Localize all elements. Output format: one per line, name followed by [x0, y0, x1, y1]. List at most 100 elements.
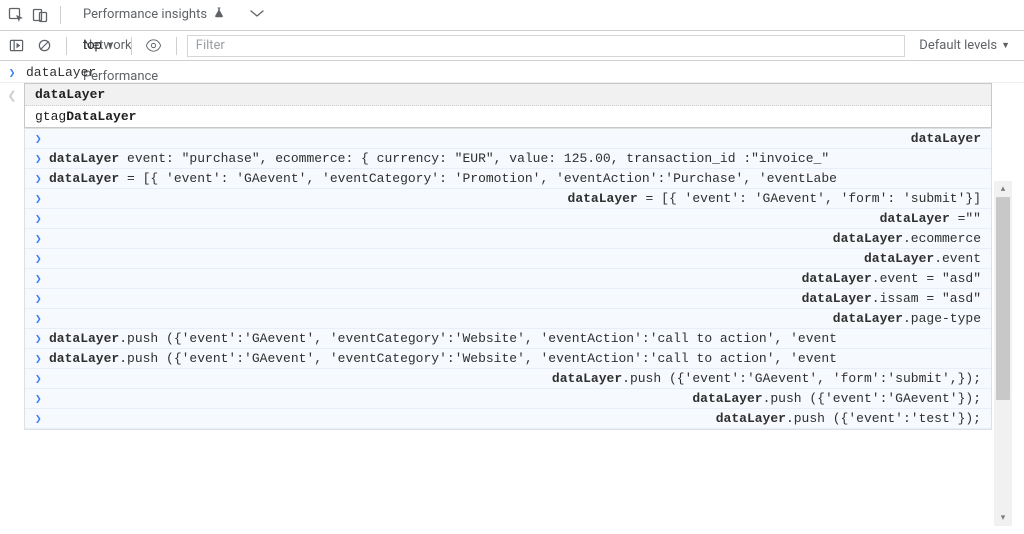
history-match: dataLayer: [802, 271, 872, 286]
history-text: dataLayer: [49, 131, 981, 146]
history-row[interactable]: ❯dataLayer.push ({'event':'GAevent', 'ev…: [25, 329, 991, 349]
suggestion-item[interactable]: gtagDataLayer: [25, 106, 991, 127]
prompt-chevron-icon: ❯: [35, 292, 49, 306]
prompt-chevron-icon: ❯: [35, 172, 49, 186]
scrollbar[interactable]: ▴ ▾: [994, 181, 1012, 526]
history-row[interactable]: ❯dataLayer.push ({'event':'GAevent'});: [25, 389, 991, 409]
prompt-chevron-icon: ❯: [6, 66, 18, 80]
prompt-chevron-icon: ❯: [35, 372, 49, 386]
tab-label: Performance insights: [83, 0, 207, 30]
scroll-track[interactable]: [994, 197, 1012, 510]
history-match: dataLayer: [49, 151, 119, 166]
prompt-chevron-icon: ❯: [35, 332, 49, 346]
history-row[interactable]: ❯dataLayer event: "purchase", ecommerce:…: [25, 149, 991, 169]
prompt-chevron-icon: ❯: [35, 272, 49, 286]
prompt-chevron-icon: ❯: [35, 392, 49, 406]
history-text: dataLayer.push ({'event':'GAevent', 'for…: [49, 371, 981, 386]
prompt-chevron-icon: ❯: [35, 352, 49, 366]
history-text: dataLayer.push ({'event':'GAevent'});: [49, 391, 981, 406]
history-fragment: ="": [950, 211, 981, 226]
history-match: dataLayer: [49, 351, 119, 366]
history-row[interactable]: ❯ dataLayer ="": [25, 209, 991, 229]
history-text: dataLayer.page-type: [49, 311, 981, 326]
history-row[interactable]: ❯dataLayer.page-type: [25, 309, 991, 329]
history-fragment: event: "purchase", ecommerce: { currency…: [119, 151, 829, 166]
divider: [176, 37, 177, 55]
history-fragment: .event: [934, 251, 981, 266]
history-row[interactable]: ❯dataLayer.push ({'event':'test'});: [25, 409, 991, 429]
history-row[interactable]: ❯dataLayer.issam = "asd": [25, 289, 991, 309]
autocomplete-suggestions: dataLayergtagDataLayer: [24, 83, 992, 128]
history-fragment: .push ({'event':'test'});: [786, 411, 981, 426]
devtools-tabstrip: ElementsConsoleSourcesPerformance insigh…: [0, 0, 1024, 31]
prompt-text: dataLayer: [26, 65, 96, 80]
history-match: dataLayer: [833, 311, 903, 326]
tab-performance-insights[interactable]: Performance insights: [69, 0, 239, 31]
inspect-element-icon[interactable]: [4, 3, 28, 27]
history-match: dataLayer: [49, 171, 119, 186]
scroll-up-icon[interactable]: ▴: [994, 181, 1012, 197]
divider: [131, 37, 132, 55]
console-body: ❮ dataLayergtagDataLayer ❯dataLayer❯data…: [0, 83, 1024, 532]
history-match: dataLayer: [716, 411, 786, 426]
toggle-sidebar-icon[interactable]: [4, 34, 28, 58]
prompt-chevron-icon: ❯: [35, 252, 49, 266]
history-row[interactable]: ❯dataLayer.event = "asd": [25, 269, 991, 289]
flask-icon: [213, 0, 225, 30]
history-text: dataLayer.event = "asd": [49, 271, 981, 286]
prompt-chevron-icon: ❯: [35, 132, 49, 146]
history-text: dataLayer.push ({'event':'GAevent', 'eve…: [49, 351, 981, 366]
history-row[interactable]: ❯dataLayer.ecommerce: [25, 229, 991, 249]
device-toolbar-icon[interactable]: [28, 3, 52, 27]
console-history: ❯dataLayer❯dataLayer event: "purchase", …: [24, 128, 992, 430]
prompt-chevron-icon: ❯: [35, 232, 49, 246]
suggestion-pre: gtag: [35, 109, 66, 124]
history-text: dataLayer = [{ 'event': 'GAevent', 'form…: [49, 191, 981, 206]
history-fragment: .push ({'event':'GAevent', 'eventCategor…: [119, 331, 837, 346]
scroll-down-icon[interactable]: ▾: [994, 510, 1012, 526]
history-fragment: .push ({'event':'GAevent', 'form':'submi…: [622, 371, 981, 386]
history-match: dataLayer: [692, 391, 762, 406]
history-text: dataLayer.push ({'event':'GAevent', 'eve…: [49, 331, 981, 346]
history-match: dataLayer: [552, 371, 622, 386]
prompt-chevron-icon: ❯: [35, 212, 49, 226]
divider: [66, 37, 67, 55]
history-fragment: .push ({'event':'GAevent'});: [763, 391, 981, 406]
more-tabs-button[interactable]: [239, 5, 275, 25]
filter-input[interactable]: [187, 35, 906, 57]
history-fragment: .ecommerce: [903, 231, 981, 246]
levels-label: Default levels: [919, 38, 997, 53]
chevron-down-icon: ▼: [1001, 40, 1010, 51]
history-match: dataLayer: [49, 331, 119, 346]
history-match: dataLayer: [833, 231, 903, 246]
divider: [60, 6, 61, 24]
suggestion-item[interactable]: dataLayer: [25, 84, 991, 106]
history-row[interactable]: ❯ dataLayer: [25, 129, 991, 149]
live-expression-icon[interactable]: [142, 34, 166, 58]
suggestion-match: DataLayer: [66, 109, 136, 124]
chevron-down-icon: ▼: [106, 40, 115, 51]
clear-console-icon[interactable]: [32, 34, 56, 58]
history-fragment: .page-type: [903, 311, 981, 326]
history-row[interactable]: ❯dataLayer = [{ 'event': 'GAevent', 'eve…: [25, 169, 991, 189]
prompt-chevron-icon: ❯: [35, 152, 49, 166]
scroll-thumb[interactable]: [996, 197, 1010, 400]
history-fragment: .issam = "asd": [872, 291, 981, 306]
history-text: dataLayer.event: [49, 251, 981, 266]
dimmed-chevron-icon: ❮: [6, 89, 18, 102]
context-label: top: [83, 38, 102, 53]
execution-context-selector[interactable]: top ▼: [77, 35, 121, 57]
history-row[interactable]: ❯dataLayer.push ({'event':'GAevent', 'fo…: [25, 369, 991, 389]
history-text: dataLayer.issam = "asd": [49, 291, 981, 306]
console-toolbar: top ▼ Default levels ▼: [0, 31, 1024, 61]
prompt-chevron-icon: ❯: [35, 312, 49, 326]
history-match: dataLayer: [911, 131, 981, 146]
history-match: dataLayer: [568, 191, 638, 206]
log-levels-selector[interactable]: Default levels ▼: [909, 31, 1020, 61]
history-row[interactable]: ❯dataLayer.push ({'event':'GAevent', 'ev…: [25, 349, 991, 369]
history-row[interactable]: ❯dataLayer.event: [25, 249, 991, 269]
history-text: dataLayer.ecommerce: [49, 231, 981, 246]
history-match: dataLayer: [880, 211, 950, 226]
history-row[interactable]: ❯dataLayer = [{ 'event': 'GAevent', 'for…: [25, 189, 991, 209]
history-fragment: .event = "asd": [872, 271, 981, 286]
